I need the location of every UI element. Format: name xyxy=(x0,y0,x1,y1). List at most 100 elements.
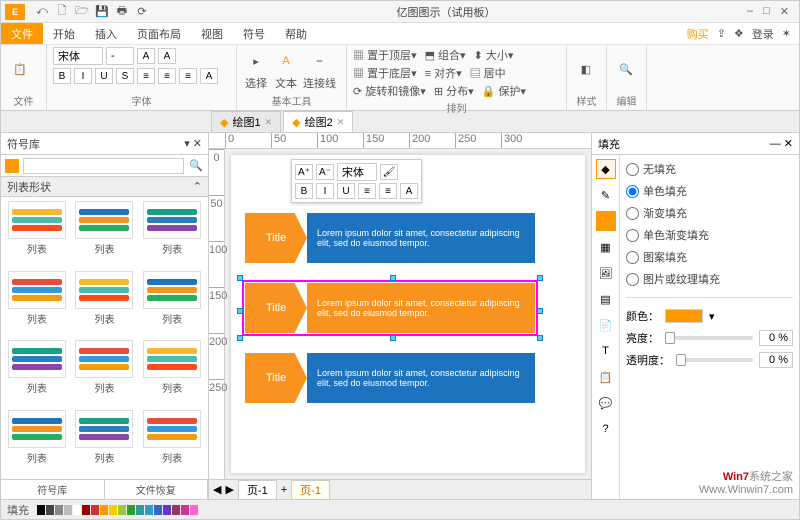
connector-tool[interactable]: ⎯连接线 xyxy=(303,48,336,91)
image-tab-icon[interactable]: 🖼 xyxy=(596,263,616,283)
color-tab-icon[interactable] xyxy=(596,211,616,231)
brightness-slider[interactable] xyxy=(665,336,753,340)
file-menu[interactable]: 文件 xyxy=(1,23,43,44)
close-button[interactable]: ✕ xyxy=(780,5,789,18)
float-italic[interactable]: I xyxy=(316,183,334,199)
opacity-slider[interactable] xyxy=(676,358,753,362)
distribute-button[interactable]: ⊞ 分布▾ xyxy=(434,83,474,99)
shape-thumbnail[interactable]: 列表 xyxy=(73,410,137,476)
font-down-button[interactable]: A⁻ xyxy=(316,164,334,180)
underline-button[interactable]: U xyxy=(95,68,113,84)
fill-option[interactable]: 单色填充 xyxy=(626,183,793,199)
category-swatch[interactable] xyxy=(5,159,19,173)
float-underline[interactable]: U xyxy=(337,183,355,199)
minimize-button[interactable]: – xyxy=(747,5,753,18)
page-tab-2[interactable]: 页-1 xyxy=(291,480,330,500)
align-obj-button[interactable]: ≡ 对齐▾ xyxy=(425,65,462,81)
text-tab-icon[interactable]: T xyxy=(596,341,616,361)
menu-view[interactable]: 视图 xyxy=(191,26,233,42)
color-palette-strip[interactable] xyxy=(37,505,198,515)
line-tab-icon[interactable]: ✎ xyxy=(596,185,616,205)
shape-thumbnail[interactable]: 列表 xyxy=(5,410,69,476)
strike-button[interactable]: S xyxy=(116,68,134,84)
page-next-button[interactable]: ▶ xyxy=(225,483,233,496)
list-shape[interactable]: TitleLorem ipsum dolor sit amet, consect… xyxy=(245,213,535,263)
bold-button[interactable]: B xyxy=(53,68,71,84)
style-icon[interactable]: ◧ xyxy=(573,57,599,83)
comment-tab-icon[interactable]: 💬 xyxy=(596,393,616,413)
login-link[interactable]: 登录 xyxy=(752,26,774,42)
brightness-value[interactable]: 0 % xyxy=(759,330,793,346)
font-color-button[interactable]: A xyxy=(200,68,218,84)
list-shape[interactable]: TitleLorem ipsum dolor sit amet, consect… xyxy=(245,353,535,403)
page-tab-icon[interactable]: 📄 xyxy=(596,315,616,335)
doc-tab-1[interactable]: ◆绘图1✕ xyxy=(211,111,281,132)
page-tab-1[interactable]: 页-1 xyxy=(238,480,277,500)
shape-thumbnail[interactable]: 列表 xyxy=(73,201,137,267)
page-prev-button[interactable]: ◀ xyxy=(213,483,221,496)
drawing-canvas[interactable]: A⁺ A⁻ 宋体 🖌 B I U ≡ ≡ A TitleLorem ipsum … xyxy=(231,155,585,473)
footer-tab-library[interactable]: 符号库 xyxy=(1,480,105,499)
shape-thumbnail[interactable]: 列表 xyxy=(140,340,204,406)
symbol-search-input[interactable] xyxy=(23,158,184,174)
italic-button[interactable]: I xyxy=(74,68,92,84)
network-icon[interactable]: ❖ xyxy=(734,27,744,40)
shape-thumbnail[interactable]: 列表 xyxy=(140,271,204,337)
fill-tab-icon[interactable]: ◆ xyxy=(596,159,616,179)
options-icon[interactable]: ✶ xyxy=(782,27,791,40)
maximize-button[interactable]: □ xyxy=(763,5,770,18)
bullets-button[interactable]: ≡ xyxy=(137,68,155,84)
fill-option[interactable]: 图片或纹理填充 xyxy=(626,271,793,287)
float-font-select[interactable]: 宋体 xyxy=(337,163,377,181)
help-tab-icon[interactable]: ? xyxy=(596,419,616,439)
font-shrink-button[interactable]: A xyxy=(158,48,176,64)
menu-start[interactable]: 开始 xyxy=(43,26,85,42)
close-tab-icon[interactable]: ✕ xyxy=(265,117,273,128)
font-grow-button[interactable]: A xyxy=(137,48,155,64)
shape-thumbnail[interactable]: 列表 xyxy=(5,340,69,406)
menu-help[interactable]: 帮助 xyxy=(275,26,317,42)
align-button[interactable]: ≡ xyxy=(179,68,197,84)
protect-button[interactable]: 🔒 保护▾ xyxy=(482,83,526,99)
size-button[interactable]: ⬍ 大小▾ xyxy=(474,47,514,63)
find-icon[interactable]: 🔍 xyxy=(613,57,639,83)
send-back-button[interactable]: ▦ 置于底层▾ xyxy=(353,65,417,81)
doc-tab-2[interactable]: ◆绘图2✕ xyxy=(283,111,353,132)
close-tab-icon[interactable]: ✕ xyxy=(337,117,345,128)
undo-icon[interactable]: ⤺ xyxy=(35,5,49,19)
menu-layout[interactable]: 页面布局 xyxy=(127,26,191,42)
fill-option[interactable]: 单色渐变填充 xyxy=(626,227,793,243)
buy-link[interactable]: 购买 xyxy=(687,26,709,42)
rotate-button[interactable]: ⟳ 旋转和镜像▾ xyxy=(353,83,426,99)
footer-tab-recover[interactable]: 文件恢复 xyxy=(105,480,209,499)
brush-icon[interactable]: 🖌 xyxy=(380,164,398,180)
float-align1[interactable]: ≡ xyxy=(358,183,376,199)
add-page-button[interactable]: + xyxy=(281,484,287,496)
list-shape[interactable]: TitleLorem ipsum dolor sit amet, consect… xyxy=(245,283,535,333)
float-color[interactable]: A xyxy=(400,183,418,199)
float-align2[interactable]: ≡ xyxy=(379,183,397,199)
color-swatch[interactable] xyxy=(665,309,703,323)
opacity-value[interactable]: 0 % xyxy=(759,352,793,368)
panel-close-icon[interactable]: — ✕ xyxy=(770,137,793,150)
shape-thumbnail[interactable]: 列表 xyxy=(73,271,137,337)
numbering-button[interactable]: ≡ xyxy=(158,68,176,84)
shape-thumbnail[interactable]: 列表 xyxy=(140,201,204,267)
shape-thumbnail[interactable]: 列表 xyxy=(5,271,69,337)
category-header[interactable]: 列表形状⌃ xyxy=(1,177,208,197)
center-button[interactable]: ▤ 居中 xyxy=(470,65,506,81)
share-icon[interactable]: ⇪ xyxy=(717,27,726,40)
text-tool[interactable]: A文本 xyxy=(273,48,299,91)
shape-thumbnail[interactable]: 列表 xyxy=(73,340,137,406)
shadow-tab-icon[interactable]: ▦ xyxy=(596,237,616,257)
fill-option[interactable]: 无填充 xyxy=(626,161,793,177)
menu-symbol[interactable]: 符号 xyxy=(233,26,275,42)
select-tool[interactable]: ▸选择 xyxy=(243,48,269,91)
font-size-select[interactable]: - xyxy=(106,47,134,65)
note-tab-icon[interactable]: 📋 xyxy=(596,367,616,387)
new-icon[interactable]: 🗋 xyxy=(55,5,69,19)
paste-icon[interactable]: 📋 xyxy=(7,57,33,83)
shape-thumbnail[interactable]: 列表 xyxy=(140,410,204,476)
font-up-button[interactable]: A⁺ xyxy=(295,164,313,180)
search-icon[interactable]: 🔍 xyxy=(188,159,204,172)
